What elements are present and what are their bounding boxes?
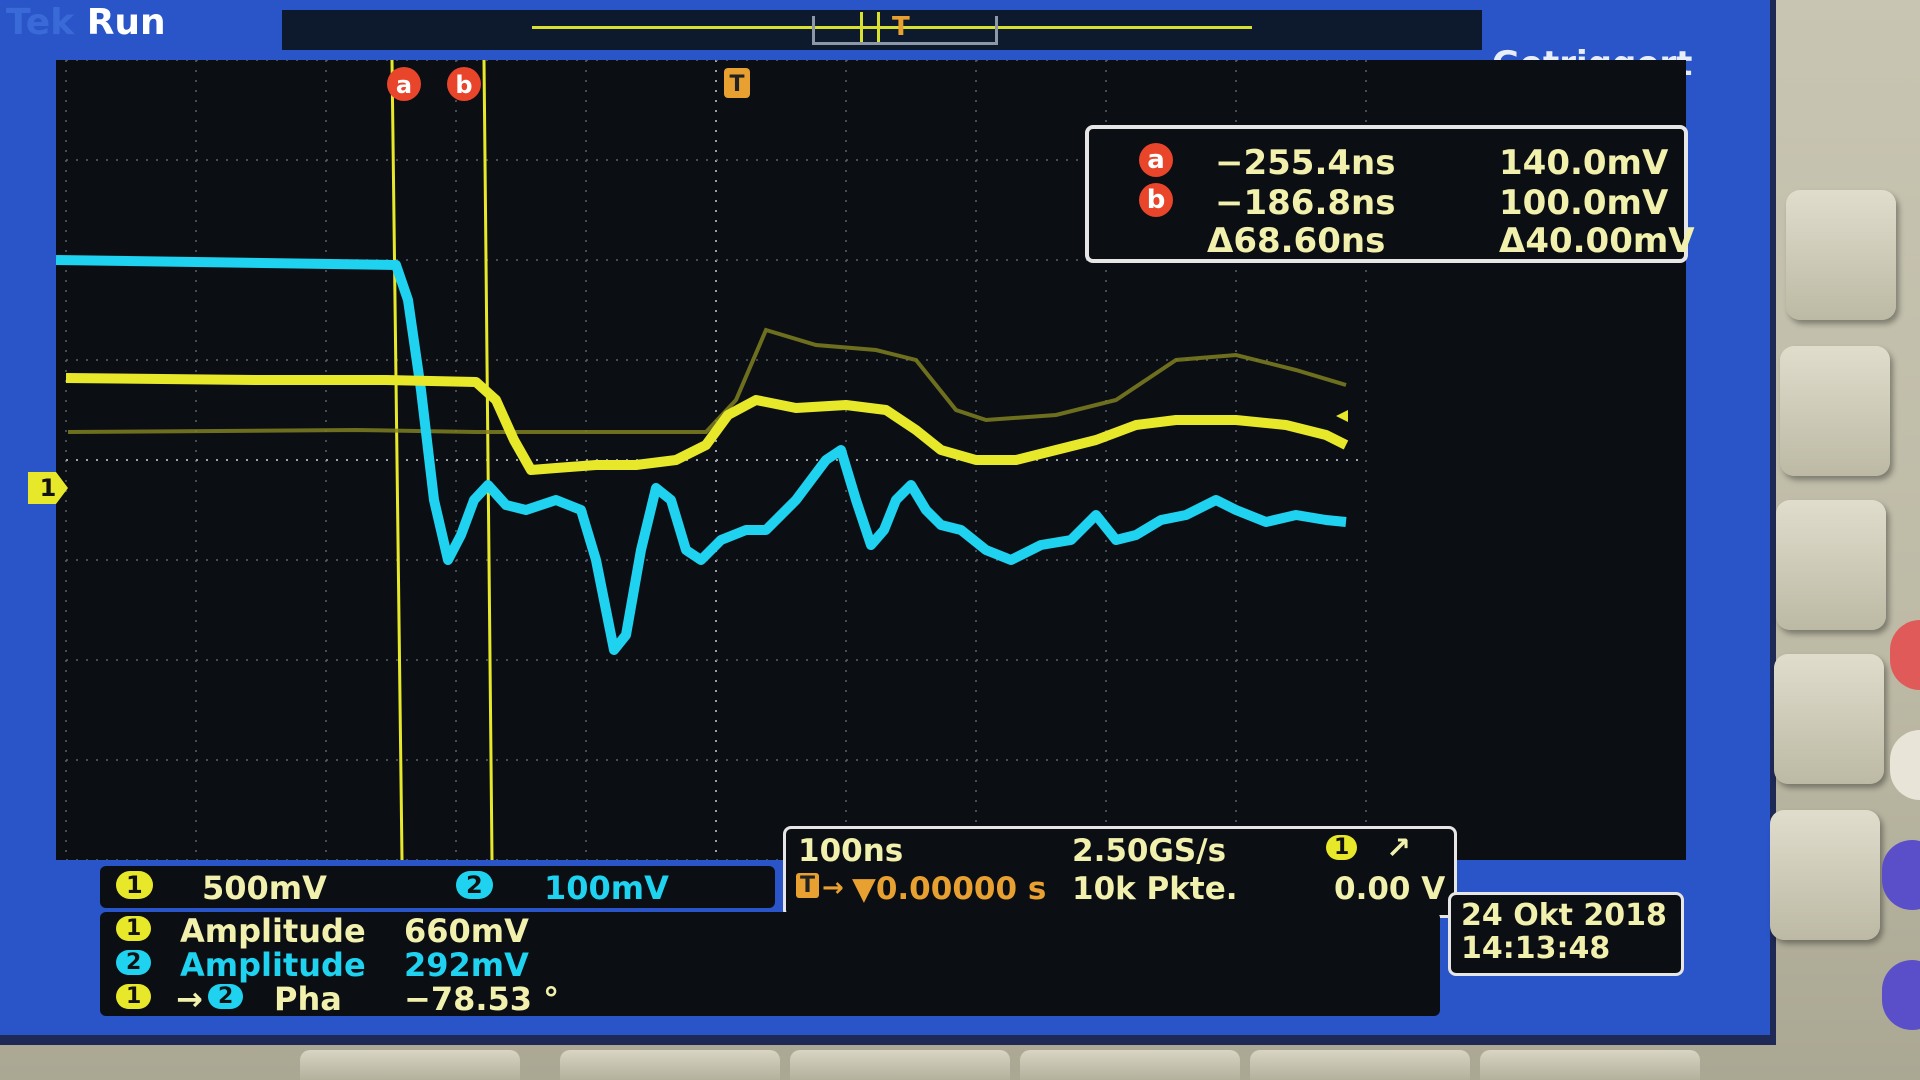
oscilloscope-screen: Tek Run T Getriggert T a — [0, 0, 1776, 1045]
top-status-bar: Tek Run T — [0, 0, 1770, 50]
record-view: T — [282, 10, 1482, 50]
meas2-channel-badge: 2 — [116, 950, 152, 975]
bottom-button-3[interactable] — [790, 1050, 1010, 1080]
record-length[interactable]: 10k Pkte. — [1072, 871, 1238, 907]
cursor-b-voltage: 100.0mV — [1499, 183, 1669, 223]
purple-button-bottom[interactable] — [1882, 960, 1920, 1030]
red-button[interactable] — [1890, 620, 1920, 690]
cursor-delta-time: Δ68.60ns — [1207, 221, 1386, 261]
meas1-value: 660mV — [404, 912, 529, 950]
meas1-label: Amplitude — [180, 912, 366, 950]
cursor-a-voltage: 140.0mV — [1499, 143, 1669, 183]
trigger-level[interactable]: 0.00 V — [1334, 871, 1445, 907]
side-button-4[interactable] — [1774, 654, 1884, 784]
white-button[interactable] — [1890, 730, 1920, 800]
measurements-panel: 1 Amplitude 660mV 2 Amplitude 292mV 1 → … — [100, 912, 1440, 1018]
timebase-trigger-box: 100ns 2.50GS/s 1 ↗ T → ▼0.00000 s 10k Pk… — [783, 826, 1457, 918]
side-menu-buttons — [1770, 180, 1920, 1080]
record-trigger-icon: T — [892, 12, 910, 42]
brand-and-mode: Tek Run — [6, 2, 166, 43]
trigger-level-arrow[interactable] — [1336, 410, 1348, 422]
ch1-scale[interactable]: 500mV — [202, 869, 327, 907]
measurement-row-3: 1 → 2 Pha −78.53 ° — [100, 980, 1440, 1018]
cursor-b-badge-label: b — [455, 71, 472, 99]
time-per-div[interactable]: 100ns — [798, 833, 903, 869]
trigger-slope-icon[interactable]: ↗ — [1386, 831, 1411, 866]
meas2-value: 292mV — [404, 946, 529, 984]
meas1-channel-badge: 1 — [116, 916, 152, 941]
bottom-button-2[interactable] — [560, 1050, 780, 1080]
cursor-b-badge[interactable]: b — [447, 67, 481, 101]
cursor-a-badge-label: a — [396, 71, 412, 99]
ch1-id-badge[interactable]: 1 — [116, 871, 153, 899]
brand-label: Tek — [6, 2, 75, 43]
bottom-button-4[interactable] — [1020, 1050, 1240, 1080]
ch2-id-badge[interactable]: 2 — [456, 871, 493, 899]
meas3-arrow-icon: → — [176, 980, 203, 1018]
side-button-1[interactable] — [1786, 190, 1896, 320]
meas3-channel-a-badge: 1 — [116, 984, 152, 1009]
trigger-position-icon: T — [796, 873, 820, 898]
record-cursor-bars — [860, 12, 880, 42]
trigger-source-badge[interactable]: 1 — [1326, 835, 1358, 860]
measurement-row-1: 1 Amplitude 660mV — [100, 912, 1440, 950]
cursor-b-id: b — [1139, 183, 1173, 217]
ch1-ground-label: 1 — [39, 474, 57, 502]
cursor-a-line[interactable] — [390, 60, 404, 860]
bottom-button-1[interactable] — [300, 1050, 520, 1080]
cursor-b-time: −186.8ns — [1215, 183, 1396, 223]
cursor-a-id: a — [1139, 143, 1173, 177]
trigger-position[interactable]: ▼0.00000 s — [852, 871, 1046, 907]
trigger-position-arrow-icon: → — [822, 873, 844, 903]
cursor-b-line[interactable] — [482, 60, 494, 860]
trigger-marker-label: T — [729, 72, 744, 97]
side-button-5[interactable] — [1770, 810, 1880, 940]
cursor-a-time: −255.4ns — [1215, 143, 1396, 183]
channel-scale-bar: 1 500mV 2 100mV — [100, 866, 775, 908]
cursor-b-row: b −186.8ns 100.0mV — [1089, 183, 1684, 223]
cursor-a-badge[interactable]: a — [387, 67, 421, 101]
meas3-channel-b-badge: 2 — [208, 984, 244, 1009]
sample-rate: 2.50GS/s — [1072, 833, 1227, 869]
cursor-delta-row: Δ68.60ns Δ40.00mV — [1089, 221, 1695, 261]
ch2-scale[interactable]: 100mV — [544, 869, 669, 907]
meas3-label: Pha — [274, 980, 342, 1018]
cursor-a-row: a −255.4ns 140.0mV — [1089, 143, 1684, 183]
cursor-readout-panel: a −255.4ns 140.0mV b −186.8ns 100.0mV Δ6… — [1085, 125, 1695, 263]
bottom-button-6[interactable] — [1480, 1050, 1700, 1080]
bottom-button-5[interactable] — [1250, 1050, 1470, 1080]
date-time-box: 24 Okt 2018 14:13:48 — [1448, 892, 1684, 976]
side-button-2[interactable] — [1780, 346, 1890, 476]
purple-button-top[interactable] — [1882, 840, 1920, 910]
ch2-waveform — [56, 255, 1347, 655]
measurement-row-2: 2 Amplitude 292mV — [100, 946, 1440, 984]
ch1-waveform — [65, 373, 1349, 475]
meas2-label: Amplitude — [180, 946, 366, 984]
meas3-value: −78.53 ° — [404, 980, 560, 1018]
cursor-delta-voltage: Δ40.00mV — [1499, 221, 1695, 261]
side-button-3[interactable] — [1776, 500, 1886, 630]
time-label: 14:13:48 — [1461, 931, 1611, 966]
bottom-menu-buttons — [0, 1046, 1920, 1080]
date-label: 24 Okt 2018 — [1461, 898, 1667, 933]
acquisition-mode: Run — [86, 2, 166, 43]
trigger-marker[interactable]: T — [724, 68, 750, 98]
